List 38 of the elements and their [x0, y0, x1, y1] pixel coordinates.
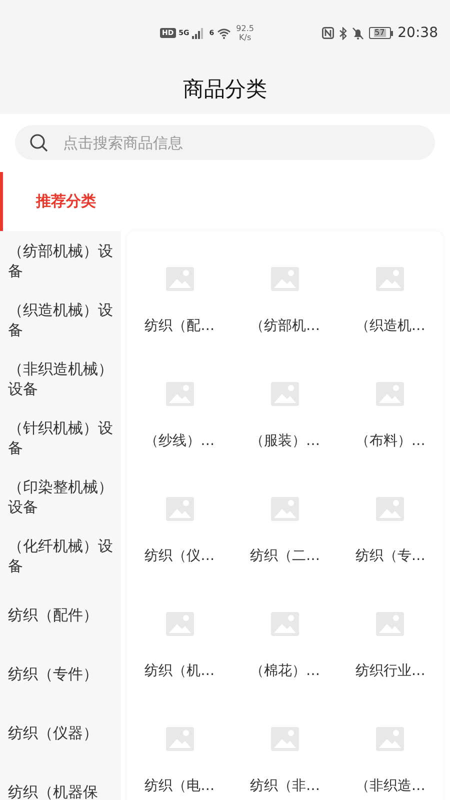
- category-tab[interactable]: 纺织（机器保: [0, 762, 121, 800]
- category-label[interactable]: 纺织（非…: [250, 776, 320, 797]
- category-label[interactable]: （棉花）…: [250, 661, 320, 682]
- category-label[interactable]: 纺织（专…: [355, 546, 426, 567]
- category-label[interactable]: 纺织（电…: [144, 776, 215, 797]
- category-label[interactable]: 纺织行业…: [355, 661, 426, 682]
- battery-icon: 57: [368, 27, 393, 39]
- category-tab[interactable]: 纺织（专件）: [0, 644, 121, 703]
- speed-value: 92.5: [236, 24, 254, 33]
- category-label[interactable]: （纱线）…: [144, 431, 215, 452]
- category-label[interactable]: 纺织（二…: [250, 546, 320, 567]
- speed-unit: K/s: [239, 33, 252, 42]
- category-tab[interactable]: （印染整机械）设备: [0, 467, 121, 526]
- search-field[interactable]: 点击搜索商品信息: [15, 125, 435, 160]
- category-label[interactable]: （织造机…: [355, 316, 426, 337]
- wifi-icon: [217, 28, 232, 38]
- category-tab[interactable]: （织造机械）设备: [0, 290, 121, 349]
- muted-bell-icon: [352, 26, 364, 40]
- category-tab[interactable]: （针织机械）设备: [0, 408, 121, 467]
- category-tab[interactable]: （非织造机械）设备: [0, 349, 121, 408]
- bluetooth-icon: [338, 26, 347, 40]
- category-label[interactable]: （纺部机…: [250, 316, 320, 337]
- category-tab[interactable]: 纺织（仪器）: [0, 703, 121, 762]
- category-tab[interactable]: （化纤机械）设备: [0, 526, 121, 585]
- category-label[interactable]: 纺织（仪…: [144, 546, 215, 567]
- category-label[interactable]: （服装）…: [250, 431, 320, 452]
- signal-icon: [192, 28, 204, 38]
- search-icon: [29, 133, 49, 153]
- category-label[interactable]: 纺织（配…: [144, 316, 215, 337]
- category-label[interactable]: （布料）…: [355, 431, 426, 452]
- page-title: 商品分类: [183, 76, 267, 104]
- category-tab[interactable]: （纺部机械）设备: [0, 231, 121, 290]
- category-label[interactable]: （非织造…: [355, 776, 426, 797]
- clock-time: 20:38: [398, 24, 438, 42]
- category-label[interactable]: 纺织（机…: [144, 661, 215, 682]
- nfc-icon: [322, 27, 334, 39]
- category-tab[interactable]: 纺织（配件）: [0, 585, 121, 644]
- category-tab[interactable]: 推荐分类: [0, 172, 121, 231]
